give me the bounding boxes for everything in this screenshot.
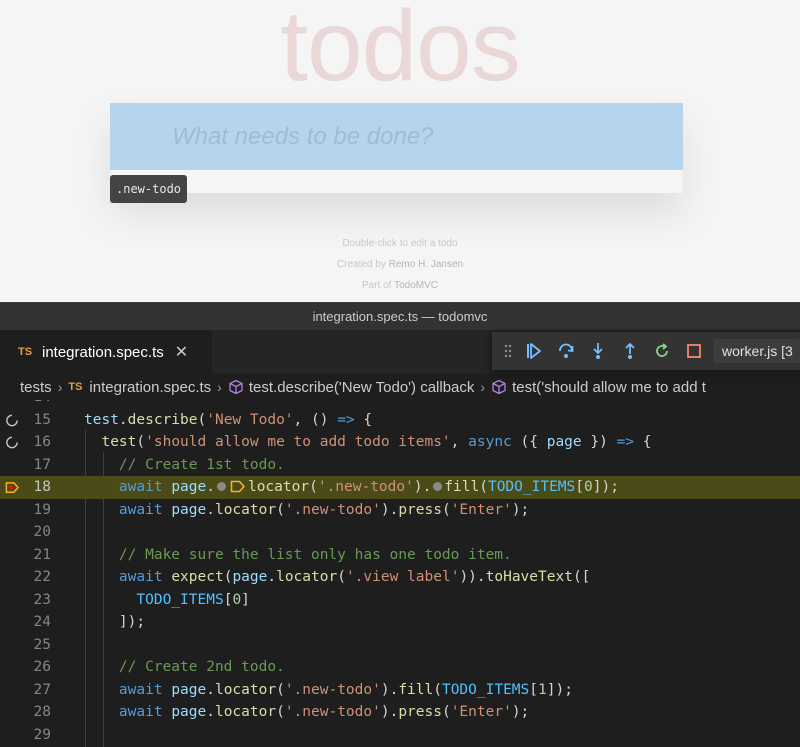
- vscode-window: integration.spec.ts — todomvc TS integra…: [0, 302, 800, 747]
- code-line[interactable]: 28 await page.locator('.new-todo').press…: [0, 701, 800, 724]
- test-status-icon[interactable]: [4, 435, 20, 450]
- line-number[interactable]: 15: [24, 409, 51, 432]
- breadcrumb: tests › TS integration.spec.ts › test.de…: [0, 374, 800, 400]
- app-title: todos: [280, 0, 521, 102]
- code-line[interactable]: 22 await expect(page.locator('.view labe…: [0, 566, 800, 589]
- author-link[interactable]: Remo H. Jansen: [389, 259, 463, 270]
- line-number[interactable]: 24: [24, 611, 51, 634]
- line-number[interactable]: 29: [24, 724, 51, 747]
- line-number[interactable]: 22: [24, 566, 51, 589]
- code-line[interactable]: 20: [0, 521, 800, 544]
- code-text: await page.locator('.new-todo').fill(TOD…: [118, 681, 573, 698]
- code-line-current[interactable]: 18 await page. locator('.new-todo'). fill(…: [0, 476, 800, 499]
- step-over-icon[interactable]: [550, 332, 582, 370]
- code-line[interactable]: 14: [0, 400, 800, 409]
- line-number[interactable]: 27: [24, 679, 51, 702]
- code-line[interactable]: 24 ]);: [0, 611, 800, 634]
- tab-label: integration.spec.ts: [42, 343, 164, 361]
- breadcrumb-file-label: integration.spec.ts: [89, 378, 212, 396]
- breadcrumb-symbol-label: test('should allow me to add t: [512, 378, 706, 396]
- breakpoint-current-icon[interactable]: [4, 480, 20, 495]
- code-editor[interactable]: 1415 test.describe('New Todo', () => { 16 …: [0, 400, 800, 747]
- line-number[interactable]: 18: [24, 476, 51, 499]
- code-text: // Create 2nd todo.: [118, 659, 285, 675]
- drag-grip-icon[interactable]: [498, 332, 518, 370]
- code-line[interactable]: 26 // Create 2nd todo.: [0, 656, 800, 679]
- new-todo-input[interactable]: [110, 103, 683, 170]
- continue-icon[interactable]: [518, 332, 550, 370]
- code-text: // Make sure the list only has one todo …: [118, 546, 512, 563]
- code-text: await expect(page.locator('.view label')…: [118, 569, 591, 585]
- typescript-file-icon: TS: [18, 346, 33, 358]
- typescript-file-icon: TS: [68, 381, 83, 393]
- step-into-icon[interactable]: [582, 332, 614, 370]
- line-number[interactable]: 17: [24, 454, 51, 477]
- code-text: TODO_ITEMS[0]: [136, 591, 250, 608]
- line-number[interactable]: 14: [24, 400, 51, 409]
- breadcrumb-symbol-describe[interactable]: test.describe('New Todo') callback: [228, 378, 475, 396]
- breadcrumb-symbol-label: test.describe('New Todo') callback: [248, 378, 475, 396]
- line-number[interactable]: 25: [24, 634, 51, 657]
- code-text: await page.locator('.new-todo').fill(TOD…: [118, 479, 619, 495]
- code-text: ]);: [84, 614, 146, 630]
- code-text: // Create 1st todo.: [118, 456, 285, 473]
- symbol-method-icon: [492, 379, 506, 395]
- browser-viewport: todos .new-todo Double-click to edit a t…: [0, 0, 800, 302]
- test-status-icon[interactable]: [4, 413, 20, 428]
- line-number[interactable]: 28: [24, 701, 51, 724]
- close-icon[interactable]: ✕: [175, 342, 188, 362]
- line-number[interactable]: 21: [24, 544, 51, 567]
- info-created-prefix: Created by: [336, 259, 386, 270]
- code-line[interactable]: 27 await page.locator('.new-todo').fill(…: [0, 679, 800, 702]
- code-text: await page.locator('.new-todo').press('E…: [118, 501, 530, 518]
- code-text: test.describe('New Todo', () => {: [84, 411, 373, 428]
- code-line[interactable]: 21 // Make sure the list only has one to…: [0, 544, 800, 567]
- code-line[interactable]: 17 // Create 1st todo.: [0, 454, 800, 477]
- chevron-right-icon: ›: [57, 379, 63, 395]
- breadcrumb-symbol-test[interactable]: test('should allow me to add t: [491, 379, 706, 396]
- stop-icon[interactable]: [678, 332, 710, 370]
- line-number[interactable]: 20: [24, 521, 51, 544]
- line-number[interactable]: 16: [24, 431, 51, 454]
- info-hint: Double-click to edit a todo: [342, 238, 458, 249]
- todomvc-link[interactable]: TodoMVC: [394, 280, 438, 291]
- info-part-prefix: Part of: [362, 280, 392, 291]
- line-number[interactable]: 26: [24, 656, 51, 679]
- line-number[interactable]: 23: [24, 589, 51, 612]
- code-line[interactable]: 15 test.describe('New Todo', () => {: [0, 409, 800, 432]
- chevron-right-icon: ›: [480, 379, 486, 395]
- selector-tooltip: .new-todo: [110, 175, 188, 203]
- line-number[interactable]: 19: [24, 499, 51, 522]
- inline-breakpoint-current-icon[interactable]: [230, 480, 246, 493]
- code-line[interactable]: 23 TODO_ITEMS[0]: [0, 589, 800, 612]
- code-line[interactable]: 25: [0, 634, 800, 657]
- info-credit: Created by Remo H. Jansen: [0, 259, 800, 270]
- info-part-of: Part of TodoMVC: [0, 280, 800, 291]
- restart-icon[interactable]: [646, 332, 678, 370]
- inline-breakpoint-dot-icon[interactable]: [433, 481, 443, 491]
- window-title: integration.spec.ts — todomvc: [0, 302, 800, 330]
- code-line[interactable]: 16 test('should allow me to add todo ite…: [0, 431, 800, 454]
- code-text: await page.locator('.new-todo').press('E…: [118, 704, 530, 720]
- tab-integration-spec[interactable]: TS integration.spec.ts ✕: [0, 330, 212, 374]
- chevron-right-icon: ›: [217, 379, 222, 395]
- debug-toolbar: worker.js [3: [492, 332, 800, 370]
- breadcrumb-file[interactable]: TS integration.spec.ts: [68, 379, 211, 396]
- breadcrumb-folder[interactable]: tests: [20, 379, 52, 396]
- step-out-icon[interactable]: [614, 332, 646, 370]
- code-text: test('should allow me to add todo items'…: [101, 434, 652, 450]
- symbol-method-icon: [229, 379, 243, 395]
- code-line[interactable]: 19 await page.locator('.new-todo').press…: [0, 499, 800, 522]
- debug-target-select[interactable]: worker.js [3: [714, 339, 800, 363]
- inline-breakpoint-dot-icon[interactable]: [216, 481, 226, 491]
- code-line[interactable]: 29: [0, 724, 800, 747]
